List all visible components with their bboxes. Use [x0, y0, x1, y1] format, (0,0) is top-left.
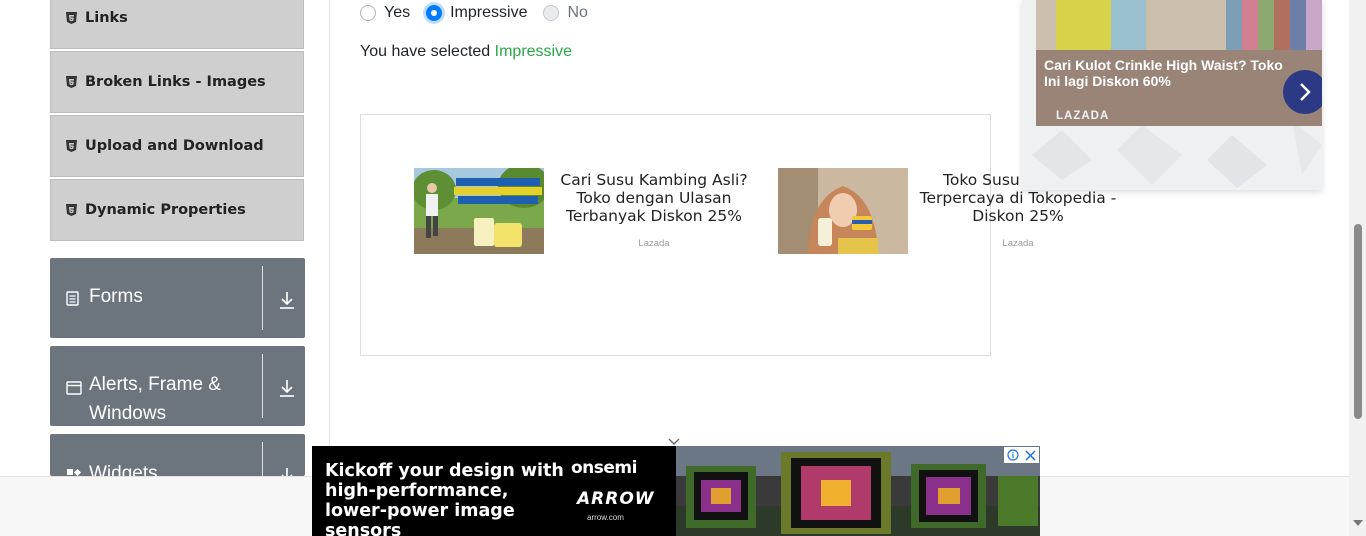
chevron-right-icon[interactable] [1283, 70, 1322, 114]
download-arrow-icon [278, 290, 296, 310]
group-divider [262, 442, 263, 476]
sidebar-item-label: Upload and Download [85, 138, 264, 154]
banner-url: arrow.com [587, 513, 624, 522]
selection-result: You have selected Impressive [360, 43, 572, 61]
download-arrow-icon [278, 466, 296, 476]
right-display-ad[interactable]: Cari Kulot Crinkle High Waist? Toko Ini … [1022, 0, 1322, 190]
sidebar-group-alerts-frame-windows[interactable]: Alerts, Frame & Windows [50, 346, 305, 426]
download-arrow-icon [278, 378, 296, 398]
sidebar-item-label: Dynamic Properties [85, 202, 246, 218]
ad-choices-controls[interactable] [1004, 447, 1039, 463]
scroll-down-arrow-icon[interactable] [1353, 520, 1363, 526]
ad-source: Lazada [1002, 238, 1034, 249]
sidebar-group-label: Forms [89, 286, 143, 307]
native-ad-card[interactable]: Cari Susu Kambing Asli? Toko dengan Ulas… [414, 168, 774, 254]
banner-brand-arrow: ARROW [577, 489, 655, 509]
ad-title[interactable]: Cari Kulot Crinkle High Waist? Toko Ini … [1044, 57, 1294, 89]
radio-yes-label[interactable]: Yes [384, 4, 410, 22]
group-divider [262, 354, 263, 418]
banner-chip-image[interactable] [676, 446, 1040, 536]
page: Links Broken Links - Images Upload and D… [0, 0, 1366, 536]
sidebar-item-label: Broken Links - Images [85, 74, 266, 90]
sidebar-group-label: Alerts, Frame & [89, 374, 221, 395]
sidebar-item-dynamic-properties[interactable]: Dynamic Properties [50, 179, 304, 241]
native-ad-container: Cari Susu Kambing Asli? Toko dengan Ulas… [360, 114, 1116, 356]
vertical-scrollbar[interactable] [1349, 0, 1366, 536]
html5-icon [65, 204, 77, 216]
ad-title[interactable]: Cari Susu Kambing Asli? Toko dengan Ulas… [554, 171, 754, 225]
radio-yes-input[interactable] [360, 5, 376, 21]
banner-brand-onsemi: onsemi [571, 458, 637, 478]
sidebar-item-broken-links[interactable]: Broken Links - Images [50, 51, 304, 113]
selection-result-value: Impressive [494, 43, 572, 60]
ad-source: Lazada [638, 238, 670, 249]
form-icon [66, 291, 79, 310]
radio-no-label: No [567, 4, 588, 21]
radio-yes[interactable]: Yes [360, 4, 410, 22]
html5-icon [65, 12, 77, 24]
sidebar-item-label: Links [85, 10, 128, 26]
ad-brand: LAZADA [1056, 110, 1110, 122]
sidebar-group-forms[interactable]: Forms [50, 258, 305, 338]
radio-impressive[interactable]: Impressive [426, 4, 527, 22]
sidebar-group-label: Widgets [89, 463, 158, 476]
sidebar-item-upload-download[interactable]: Upload and Download [50, 115, 304, 177]
group-divider [262, 266, 263, 330]
radio-impressive-input[interactable] [426, 5, 443, 21]
bottom-banner-ad[interactable]: Kickoff your design with high-performanc… [312, 446, 1040, 536]
ad-info-icon[interactable] [1007, 446, 1019, 465]
ad-thumbnail[interactable] [778, 168, 908, 254]
banner-headline[interactable]: Kickoff your design with high-performanc… [325, 461, 575, 536]
radio-no: No [543, 4, 588, 22]
widgets-icon [66, 467, 82, 476]
radio-no-input [543, 5, 560, 21]
html5-icon [65, 76, 77, 88]
radio-impressive-label[interactable]: Impressive [450, 4, 527, 22]
selection-result-prefix: You have selected [360, 43, 491, 60]
ad-background-pattern [1032, 120, 1322, 188]
close-icon[interactable] [1025, 446, 1036, 465]
radio-group: Yes Impressive No [360, 2, 604, 24]
html5-icon [65, 140, 77, 152]
ad-thumbnail[interactable] [414, 168, 544, 254]
sidebar-item-links[interactable]: Links [50, 0, 304, 49]
sidebar-group-label-continued: Windows [89, 403, 167, 424]
scrollbar-thumb[interactable] [1354, 224, 1362, 419]
sidebar-group-widgets[interactable]: Widgets [50, 434, 305, 476]
sidebar-divider [329, 0, 330, 476]
window-icon [66, 380, 82, 399]
